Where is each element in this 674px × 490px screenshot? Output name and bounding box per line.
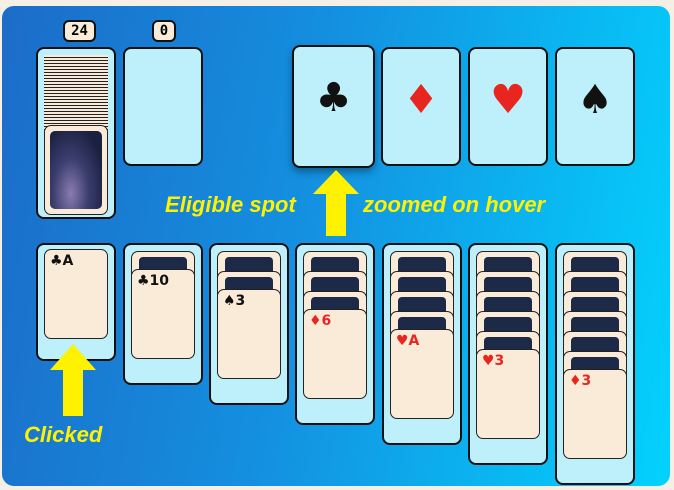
suit-icon: ♥	[490, 77, 526, 123]
suit-icon: ♣	[315, 75, 352, 121]
foundation-pile-4[interactable]: ♠	[555, 47, 635, 166]
card-rank-suit: ♣10	[137, 273, 170, 289]
face-up-card[interactable]: ♣10	[131, 269, 195, 359]
face-up-card[interactable]: ♦6	[303, 309, 367, 399]
card-rank-suit: ♥3	[482, 353, 505, 369]
tableau-pile-3[interactable]: ♠3	[209, 243, 289, 405]
foundation-pile-2[interactable]: ♦	[381, 47, 461, 166]
stock-count-badge: 24	[63, 20, 96, 42]
card-rank-suit: ♦6	[309, 313, 332, 329]
tableau-pile-7[interactable]: ♦3	[555, 243, 635, 485]
face-up-card[interactable]: ♣A	[44, 249, 108, 339]
clicked-label: Clicked	[24, 422, 103, 447]
zoomed-on-hover-label: zoomed on hover	[363, 192, 546, 217]
arrow-up-icon	[313, 170, 359, 236]
waste-pile[interactable]	[123, 47, 203, 166]
card-rank-suit: ♣A	[50, 253, 74, 269]
arrow-up-icon	[50, 344, 96, 416]
foundation-pile-3[interactable]: ♥	[468, 47, 548, 166]
face-up-card[interactable]: ♥A	[390, 329, 454, 419]
card-rank-suit: ♦3	[569, 373, 592, 389]
stock-pile[interactable]	[36, 47, 116, 219]
suit-icon: ♠	[577, 77, 613, 123]
face-up-card[interactable]: ♦3	[563, 369, 627, 459]
waste-count-badge: 0	[152, 20, 176, 42]
face-up-card[interactable]: ♥3	[476, 349, 540, 439]
suit-icon: ♦	[403, 77, 439, 123]
stock-top-card[interactable]	[44, 125, 108, 215]
card-rank-suit: ♥A	[396, 333, 420, 349]
foundation-pile-1[interactable]: ♣	[292, 45, 375, 168]
game-board: 24 0 ♣ ♦ ♥ ♠ ♣A ♣10 ♠3 ♦6 ♥A ♥3 ♦3 Eligible spot …	[2, 6, 670, 486]
stock-card-edges	[44, 55, 108, 135]
face-up-card[interactable]: ♠3	[217, 289, 281, 379]
tableau-pile-5[interactable]: ♥A	[382, 243, 462, 445]
card-back-art	[50, 131, 102, 209]
card-rank-suit: ♠3	[223, 293, 246, 309]
tableau-pile-6[interactable]: ♥3	[468, 243, 548, 465]
tableau-pile-2[interactable]: ♣10	[123, 243, 203, 385]
tableau-pile-4[interactable]: ♦6	[295, 243, 375, 425]
eligible-spot-label: Eligible spot	[165, 192, 296, 217]
